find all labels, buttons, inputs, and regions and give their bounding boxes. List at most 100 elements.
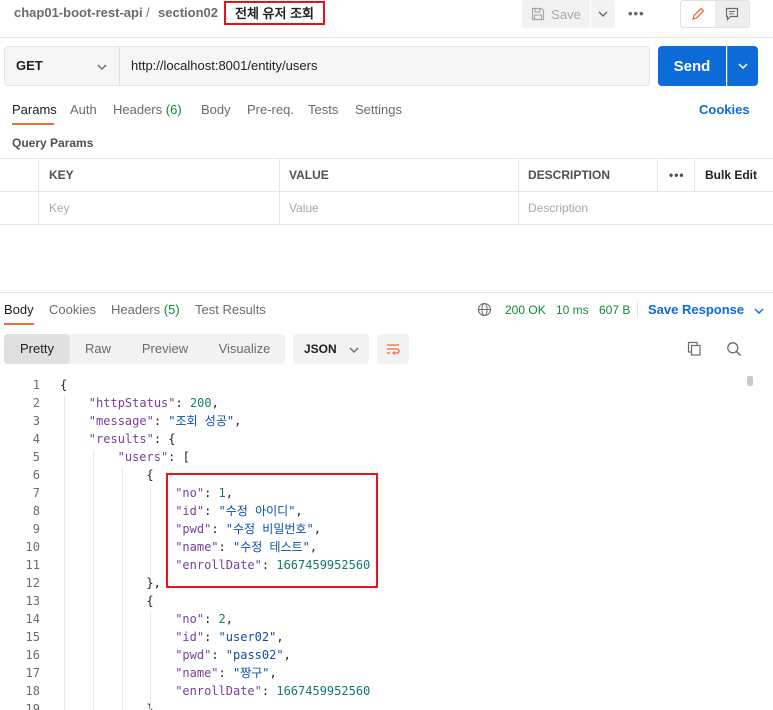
code-text: "no": 2, <box>175 610 233 628</box>
indent-guide <box>150 612 151 710</box>
breadcrumb-collection[interactable]: chap01-boot-rest-api <box>14 5 143 20</box>
method-select[interactable]: GET <box>4 46 120 86</box>
json-string: "짱구" <box>233 666 270 680</box>
comments-button[interactable] <box>715 1 749 27</box>
json-punctuation: : <box>211 648 226 662</box>
view-visualize-button[interactable]: Visualize <box>204 334 285 364</box>
code-line: 1{ <box>0 376 760 394</box>
json-key: "httpStatus" <box>88 396 176 410</box>
tab-label: Tests <box>308 102 339 117</box>
tab-headers[interactable]: Headers (6) <box>113 102 182 117</box>
value-input[interactable]: Value <box>289 192 319 225</box>
json-punctuation: : [ <box>168 450 190 464</box>
code-text: "id": "user02", <box>175 628 283 646</box>
tab-auth[interactable]: Auth <box>70 102 97 117</box>
tab-params[interactable]: Params <box>12 102 57 117</box>
send-button[interactable]: Send <box>658 46 726 86</box>
tab-settings[interactable]: Settings <box>355 102 402 117</box>
bulk-edit-button[interactable]: Bulk Edit <box>705 159 757 192</box>
response-scrollbar[interactable] <box>747 376 753 710</box>
save-button[interactable]: Save <box>522 0 590 28</box>
line-number: 16 <box>25 648 40 662</box>
save-options-button[interactable] <box>591 0 615 28</box>
response-tab-body[interactable]: Body <box>4 302 34 317</box>
response-divider[interactable] <box>0 292 773 293</box>
chevron-down-icon <box>754 308 764 314</box>
response-body-editor[interactable]: 1{2 "httpStatus": 200, 3 "message": "조회 성공"… <box>0 376 773 710</box>
json-punctuation: { <box>146 594 154 608</box>
view-preview-button[interactable]: Preview <box>126 334 204 364</box>
tab-tests[interactable]: Tests <box>308 102 338 117</box>
json-punctuation: : { <box>153 432 176 446</box>
status-code[interactable]: 200 OK <box>505 303 546 317</box>
copy-icon[interactable] <box>687 341 702 357</box>
search-icon[interactable] <box>726 341 742 357</box>
code-text: { <box>60 376 67 394</box>
view-mode-group: Pretty Raw Preview Visualize <box>4 334 285 364</box>
tab-label: Settings <box>355 102 402 117</box>
json-punctuation: , <box>234 414 242 428</box>
more-options-button[interactable]: ••• <box>628 6 645 21</box>
tab-label: Auth <box>70 102 97 117</box>
code-line: 9 "pwd": "수정 비밀번호", <box>0 520 760 538</box>
globe-icon[interactable] <box>477 302 492 317</box>
status-divider <box>637 302 638 318</box>
code-text: "enrollDate": 1667459952560 <box>175 682 370 700</box>
column-divider <box>38 159 39 225</box>
key-input[interactable]: Key <box>49 192 70 225</box>
request-name[interactable]: 전체 유저 조회 <box>224 1 325 25</box>
code-line: 14 "no": 2, <box>0 610 760 628</box>
code-line: 4 "results": { <box>0 430 760 448</box>
tab-pre-request[interactable]: Pre-req. <box>247 102 294 117</box>
view-raw-button[interactable]: Raw <box>70 334 126 364</box>
tab-label: Pre-req. <box>247 102 294 117</box>
column-divider <box>279 159 280 225</box>
highlight-box <box>166 473 378 588</box>
wrap-lines-button[interactable] <box>377 334 409 364</box>
tab-label: Headers <box>111 302 161 317</box>
code-text: { <box>146 466 153 484</box>
code-line: 8 "id": "수정 아이디", <box>0 502 760 520</box>
indent-guide <box>150 486 151 576</box>
line-number: 7 <box>32 486 40 500</box>
description-input[interactable]: Description <box>528 192 588 225</box>
tab-count: (5) <box>163 302 180 317</box>
query-params-table: KEY VALUE DESCRIPTION ••• Bulk Edit Key … <box>0 158 773 225</box>
indent-guide <box>122 468 123 710</box>
breadcrumb-folder[interactable]: section02 <box>158 5 218 20</box>
active-tab-indicator <box>12 123 54 125</box>
save-response-button[interactable]: Save Response <box>648 302 764 317</box>
code-line: 3 "message": "조회 성공", <box>0 412 760 430</box>
line-number: 11 <box>25 558 40 572</box>
json-punctuation: : <box>204 630 219 644</box>
json-key: "id" <box>175 630 205 644</box>
line-number: 1 <box>32 378 40 392</box>
response-tab-cookies[interactable]: Cookies <box>49 302 96 317</box>
line-number: 13 <box>25 594 40 608</box>
tab-label: Body <box>4 302 34 317</box>
json-key: "name" <box>175 666 219 680</box>
response-tab-test-results[interactable]: Test Results <box>195 302 266 317</box>
send-options-button[interactable] <box>727 46 758 86</box>
tab-body[interactable]: Body <box>201 102 231 117</box>
cookies-link[interactable]: Cookies <box>699 102 750 117</box>
response-time[interactable]: 10 ms <box>556 303 589 317</box>
chevron-down-icon <box>598 11 608 17</box>
column-options-button[interactable]: ••• <box>669 159 685 192</box>
json-key: "users" <box>117 450 169 464</box>
scrollbar-thumb[interactable] <box>747 376 753 386</box>
response-size[interactable]: 607 B <box>599 303 630 317</box>
view-pretty-button[interactable]: Pretty <box>4 334 70 364</box>
line-number: 9 <box>32 522 40 536</box>
edit-mode-button[interactable] <box>681 1 715 27</box>
code-line: 11 "enrollDate": 1667459952560 <box>0 556 760 574</box>
response-tab-headers[interactable]: Headers (5) <box>111 302 180 317</box>
json-punctuation: , <box>283 648 291 662</box>
url-input[interactable]: http://localhost:8001/entity/users <box>119 46 650 86</box>
table-row: Key Value Description <box>0 192 773 225</box>
format-select[interactable]: JSON <box>293 334 369 364</box>
code-text: "message": "조회 성공", <box>89 412 242 430</box>
column-value: VALUE <box>289 168 329 182</box>
code-line: 19} <box>0 700 760 710</box>
line-number: 15 <box>25 630 40 644</box>
